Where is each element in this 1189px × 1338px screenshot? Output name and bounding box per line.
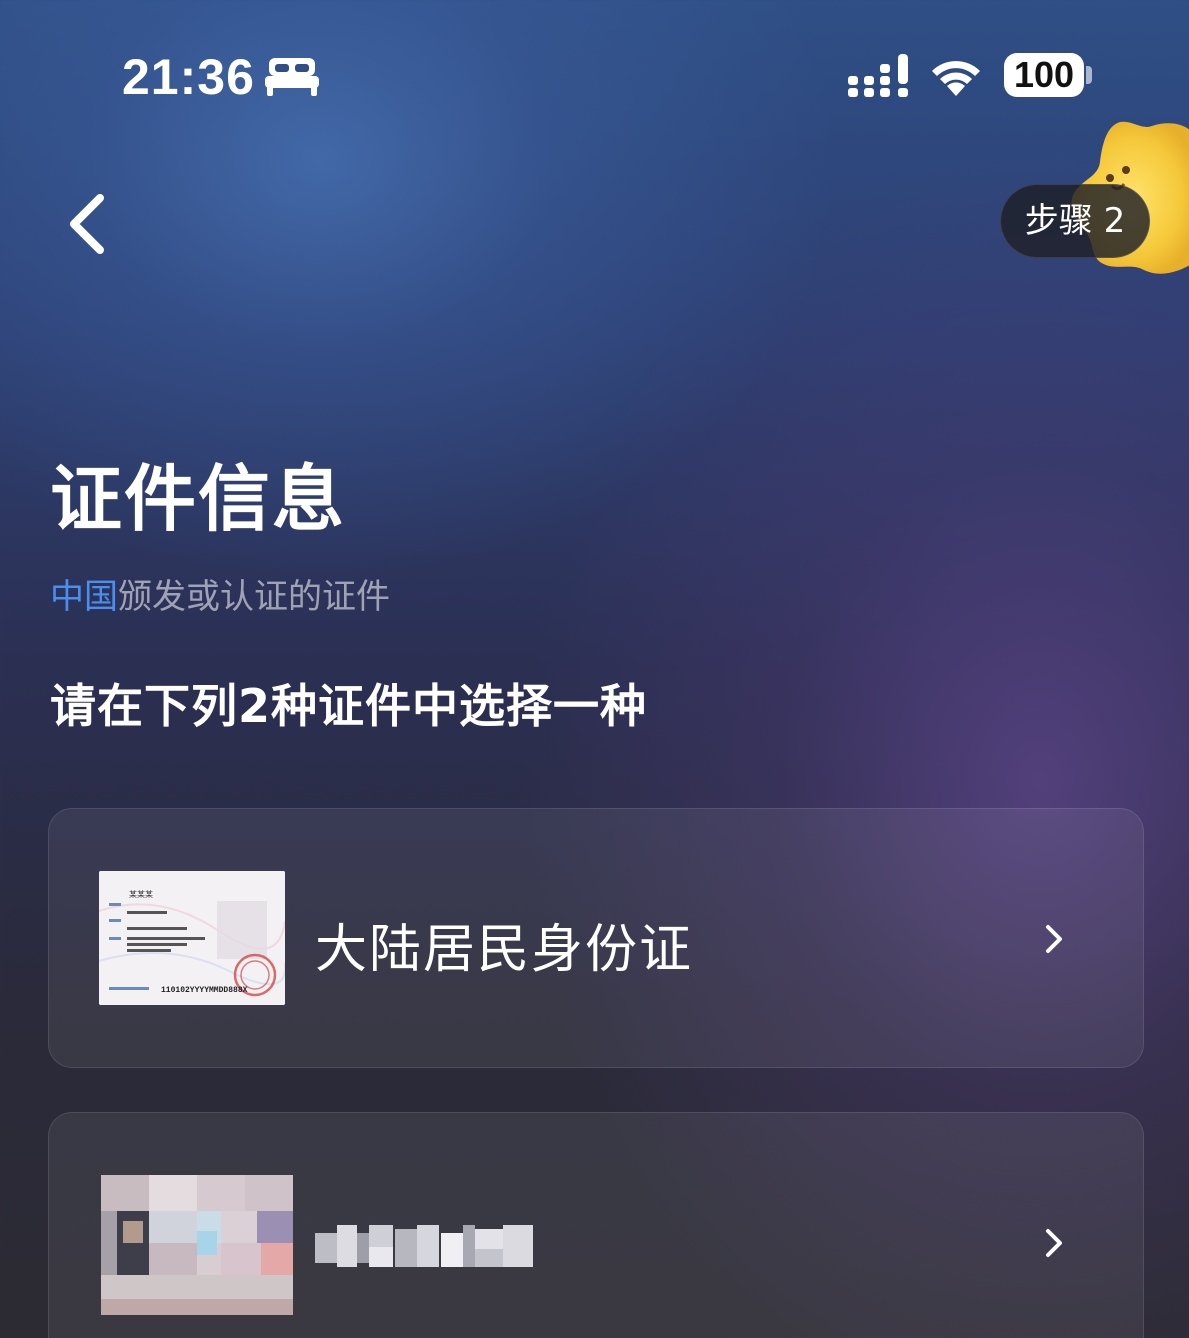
passport-image-pixelated (101, 1175, 293, 1315)
subtitle-country: 中国 (50, 577, 118, 617)
page-subtitle: 中国颁发或认证的证件 (50, 569, 390, 618)
id-card-image: 某某某 110102YYYYMMDD888X (99, 871, 285, 1005)
option-label-id-card: 大陆居民身份证 (315, 920, 694, 980)
id-name-sample: 某某某 (129, 890, 153, 899)
status-time: 21:36 (122, 49, 255, 105)
step-indicator: 步骤 2 (1000, 184, 1150, 258)
chevron-left-icon (70, 194, 104, 254)
back-button[interactable] (58, 188, 122, 260)
subtitle-text: 颁发或认证的证件 (118, 577, 390, 617)
chevron-right-icon (1046, 1229, 1062, 1257)
option-card-passport[interactable] (48, 1112, 1144, 1338)
chevron-right-icon (1046, 925, 1062, 953)
battery-cap (1086, 66, 1092, 84)
bed-icon (265, 58, 319, 96)
id-number-sample: 110102YYYYMMDD888X (161, 986, 248, 995)
cellular-signal-icon (848, 54, 908, 97)
battery-icon: 100 (1004, 53, 1084, 97)
page-title: 证件信息 (50, 457, 347, 541)
instruction-text: 请在下列2种证件中选择一种 (50, 679, 648, 733)
wifi-icon (932, 61, 980, 96)
option-card-id-card[interactable]: 某某某 110102YYYYMMDD888X 大陆居民身份证 (48, 808, 1144, 1068)
option-label-redacted (315, 1225, 533, 1267)
